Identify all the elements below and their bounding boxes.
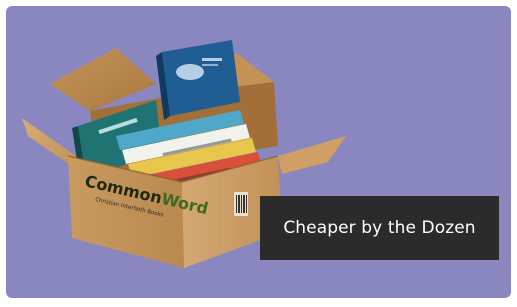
box-front-right-flap — [278, 136, 346, 174]
caption-text: Cheaper by the Dozen — [283, 218, 476, 238]
box-back-left-flap — [50, 48, 156, 111]
promo-banner: CommonWord Christian Interfaith Books Ch… — [6, 6, 511, 298]
caption-box: Cheaper by the Dozen — [260, 196, 499, 260]
screenshot-canvas: CommonWord Christian Interfaith Books Ch… — [0, 0, 517, 307]
